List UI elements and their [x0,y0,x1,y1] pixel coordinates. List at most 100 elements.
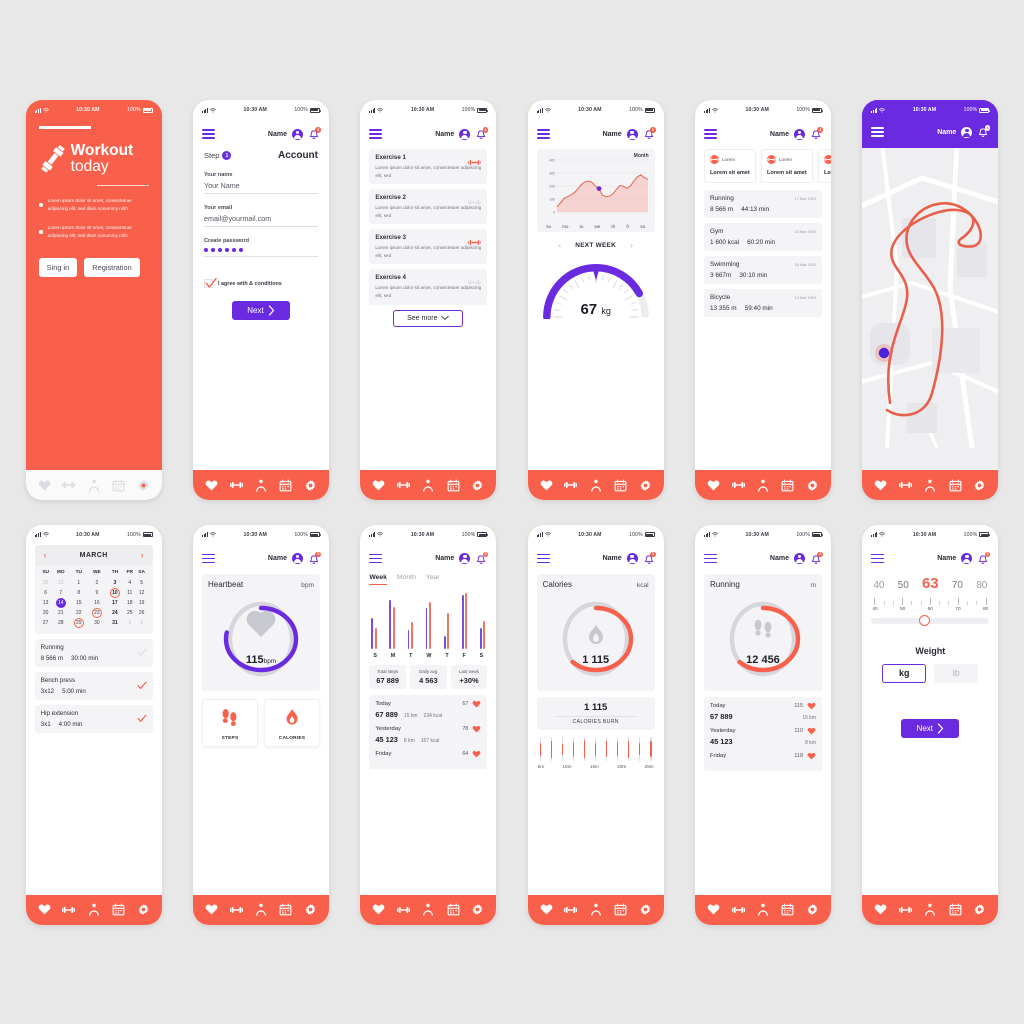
tab-week[interactable]: Week [369,574,387,585]
gear-icon[interactable] [806,479,819,492]
gear-icon[interactable] [304,903,317,916]
calendar-day[interactable]: 30 [40,578,52,588]
dumbbell-icon[interactable] [62,479,76,492]
avatar[interactable] [291,128,303,140]
calendar-day[interactable]: 11 [124,588,136,598]
dumbbell-icon[interactable] [397,479,410,492]
sign-in-button[interactable]: Sing in [38,258,78,278]
tab-year[interactable]: Year [426,574,440,585]
calendar-icon[interactable] [112,479,125,492]
heart-icon[interactable] [205,479,218,492]
heart-icon[interactable] [38,479,51,492]
dumbbell-icon[interactable] [899,903,912,916]
password-input[interactable] [203,244,318,257]
calendar-day[interactable]: 1 [124,618,136,628]
unit-kg-button[interactable]: kg [882,663,927,683]
map-view[interactable] [862,148,999,500]
calendar-day[interactable]: 7 [52,588,70,598]
gear-icon[interactable] [806,903,819,916]
day-row[interactable]: Yesterday 78 45 123 8 km 167 kcal [375,725,481,744]
workout-row[interactable]: Bench press 3x12 5:00 min [34,671,153,700]
calendar-day[interactable]: 10 [106,587,124,598]
next-button[interactable]: Next [901,718,960,738]
person-icon[interactable] [422,479,435,492]
person-icon[interactable] [756,479,769,492]
calendar-day[interactable]: 21 [52,608,70,618]
registration-button[interactable]: Registration [84,258,140,278]
activity-tile[interactable]: Lorem Lorem sit amet [703,149,756,184]
person-icon[interactable] [589,479,602,492]
menu-button[interactable] [536,553,550,564]
day-row[interactable]: Friday 64 [375,750,481,758]
calendar-day[interactable]: 13 [40,598,52,608]
avatar[interactable] [626,553,638,564]
calendar-icon[interactable] [112,903,125,916]
calendar-day[interactable]: 4 [124,578,136,588]
calendar-day[interactable]: 6 [40,588,52,598]
avatar[interactable] [459,553,471,564]
weight-scale-number[interactable]: 80 [976,580,987,591]
calendar-day[interactable]: 24 [106,608,124,618]
exercise-card[interactable]: Exercise 4 Lorem ipsum dolor sit amet, c… [369,269,488,305]
heart-icon[interactable] [38,903,51,916]
gear-icon[interactable] [639,479,652,492]
gear-icon[interactable] [973,903,986,916]
menu-button[interactable] [201,129,215,139]
menu-button[interactable] [703,129,717,139]
avatar[interactable] [626,128,638,140]
notifications-button[interactable]: 3 [308,127,321,140]
exercise-card[interactable]: Exercise 3 Lorem ipsum dolor sit amet, c… [369,229,488,265]
menu-button[interactable] [369,553,383,564]
calendar-day[interactable]: 31 [106,618,124,628]
gear-icon[interactable] [973,479,986,492]
person-icon[interactable] [422,903,435,916]
calendar-day[interactable]: 27 [40,618,52,628]
heart-icon[interactable] [540,903,553,916]
heart-icon[interactable] [372,479,385,492]
prev-month-button[interactable]: ‹ [44,550,47,560]
heart-icon[interactable] [874,903,887,916]
activity-row[interactable]: Running 17 Mar 2019 8 566 m 44:13 min [703,190,822,219]
calendar-day[interactable]: 30 [88,618,106,628]
person-icon[interactable] [254,479,267,492]
gear-icon[interactable] [471,479,484,492]
avatar[interactable] [793,553,805,564]
notifications-button[interactable]: 3 [977,551,991,565]
agree-checkbox[interactable] [203,278,217,288]
calendar-icon[interactable] [614,903,627,916]
name-input[interactable]: Your Name [203,178,318,194]
activity-tile[interactable]: Lorem Lorem sit amet [760,149,813,184]
next-week-button[interactable]: › [630,241,633,250]
calendar-icon[interactable] [949,903,962,916]
calendar-day[interactable]: 8 [70,588,88,598]
activity-row[interactable]: Bicycle 14 Mar 2019 13 355 m 59:40 min [703,289,822,318]
next-month-button[interactable]: › [141,550,144,560]
calendar-day[interactable]: 2 [136,618,148,628]
person-icon[interactable] [254,903,267,916]
workout-row[interactable]: Hip extension 3x1 4:00 min [34,704,153,733]
menu-button[interactable] [536,129,550,139]
heart-icon[interactable] [372,903,385,916]
weight-scale-number[interactable]: 50 [898,580,909,591]
calendar-day[interactable]: 15 [70,598,88,608]
workout-row[interactable]: Running 8 566 m 30:00 min [34,638,153,667]
dumbbell-icon[interactable] [564,479,578,492]
person-icon[interactable] [87,903,100,916]
notifications-button[interactable]: 3 [977,125,991,138]
calendar-day[interactable]: 18 [124,598,136,608]
heart-icon[interactable] [707,479,720,492]
notifications-button[interactable]: 3 [475,551,489,565]
gear-icon[interactable] [137,479,150,492]
activity-tile[interactable]: Lorem Lorem sit amet [817,149,831,184]
weight-scale-number[interactable]: 63 [922,575,939,592]
dumbbell-icon[interactable] [229,903,243,916]
tile-carousel[interactable]: Lorem Lorem sit amet Lorem Lorem sit ame… [703,149,831,184]
person-icon[interactable] [589,903,602,916]
steps-card[interactable]: STEPS [201,698,258,747]
calendar-icon[interactable] [781,479,794,492]
exercise-card[interactable]: Exercise 2 Lorem ipsum dolor sit amet, c… [369,189,488,225]
day-row[interactable]: Yesterday 110 45 123 8 km [710,727,816,746]
notifications-button[interactable]: 3 [308,551,321,565]
calendar-day[interactable]: 17 [106,598,124,608]
calendar-day[interactable]: 19 [136,598,148,608]
